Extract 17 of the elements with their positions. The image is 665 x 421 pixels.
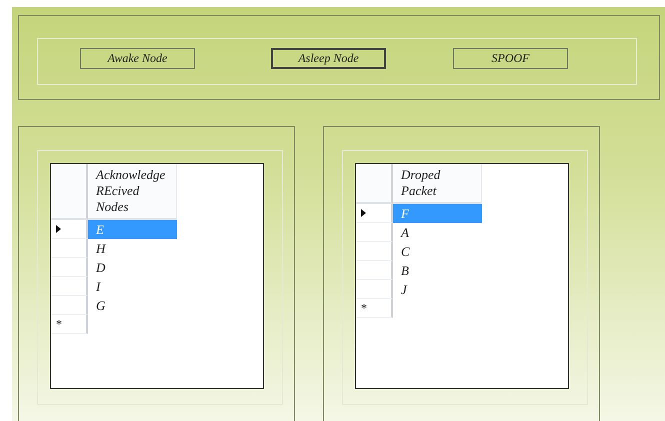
grid-cell[interactable]: A [393, 223, 482, 242]
column-header[interactable]: Droped Packet [393, 164, 482, 204]
grid-cell[interactable]: B [393, 261, 482, 280]
spoof-button[interactable]: SPOOF [453, 48, 568, 69]
new-row-marker: * [361, 300, 367, 316]
column-header[interactable]: Acknowledge REcived Nodes [88, 164, 177, 220]
row-header[interactable]: * [356, 299, 393, 318]
grid-cell[interactable]: J [393, 280, 482, 299]
grid-cell[interactable]: I [88, 277, 177, 296]
node-button[interactable]: Awake Node [80, 48, 195, 69]
node-button[interactable]: Asleep Node [271, 48, 386, 69]
new-row-marker: * [56, 316, 62, 332]
grid-cell[interactable]: D [88, 258, 177, 277]
row-header[interactable]: * [51, 315, 88, 334]
grid-cell[interactable]: G [88, 296, 177, 315]
grid-cell[interactable]: C [393, 242, 482, 261]
grid-cell[interactable]: H [88, 239, 177, 258]
